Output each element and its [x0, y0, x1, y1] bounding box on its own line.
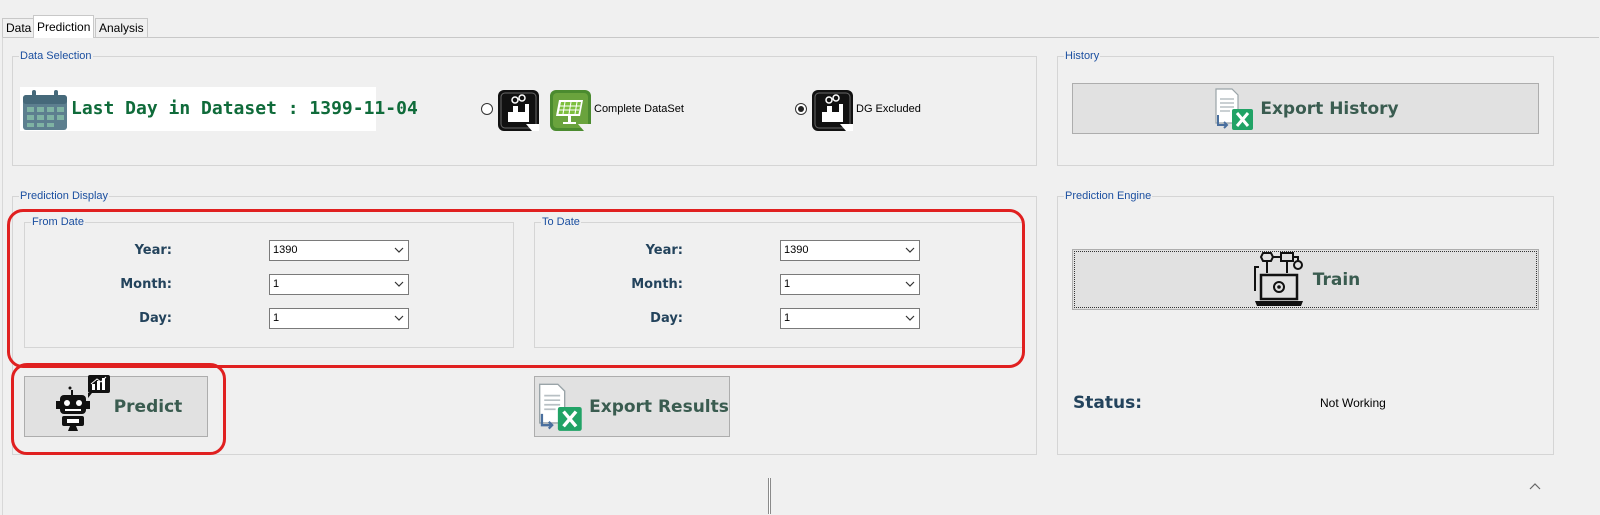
from-year-label: Year:: [134, 243, 172, 258]
chevron-down-icon: [905, 247, 915, 253]
tab-prediction[interactable]: Prediction: [33, 15, 95, 38]
dg-excluded-radio[interactable]: [795, 103, 807, 115]
predict-label: Predict: [113, 396, 183, 417]
dg-excluded-label: DG Excluded: [856, 103, 921, 115]
complete-dataset-label: Complete DataSet: [594, 103, 684, 115]
from-year-value: 1390: [273, 244, 298, 256]
to-day-label: Day:: [650, 311, 683, 326]
laptop-workflow-icon: [1253, 251, 1303, 306]
export-history-button[interactable]: Export History: [1072, 83, 1539, 134]
to-month-value: 1: [784, 278, 791, 290]
to-year-value: 1390: [784, 244, 809, 256]
from-day-label: Day:: [139, 311, 172, 326]
to-day-value: 1: [784, 312, 791, 324]
tab-data[interactable]: Data: [2, 18, 36, 37]
from-day-value: 1: [273, 312, 280, 324]
last-day-banner: Last Day in Dataset : 1399-11-04: [20, 87, 418, 131]
solar-panel-icon: [550, 90, 591, 131]
robot-chart-icon: [55, 374, 110, 431]
to-date-title: To Date: [541, 215, 581, 229]
data-selection-title: Data Selection: [19, 49, 93, 63]
from-date-title: From Date: [31, 215, 85, 229]
prediction-engine-title: Prediction Engine: [1064, 189, 1153, 203]
chevron-down-icon: [905, 315, 915, 321]
export-results-button[interactable]: Export Results: [534, 376, 730, 437]
export-results-label: Export Results: [589, 396, 729, 417]
from-month-value: 1: [273, 278, 280, 290]
prediction-display-title: Prediction Display: [19, 189, 110, 203]
from-month-select[interactable]: 1: [269, 274, 409, 295]
prediction-engine-group: Prediction Engine: [1057, 189, 1554, 455]
train-button[interactable]: Train: [1072, 249, 1539, 310]
chevron-down-icon: [905, 281, 915, 287]
tab-data-label: Data: [6, 21, 32, 35]
to-day-select[interactable]: 1: [780, 308, 920, 329]
tab-analysis-label: Analysis: [99, 21, 144, 35]
calendar-icon: [23, 90, 67, 130]
to-month-select[interactable]: 1: [780, 274, 920, 295]
export-history-label: Export History: [1260, 98, 1399, 119]
status-value: Not Working: [1320, 396, 1386, 410]
tab-prediction-label: Prediction: [37, 20, 91, 34]
from-month-label: Month:: [120, 277, 172, 292]
splitter-handle[interactable]: [768, 478, 771, 514]
to-year-select[interactable]: 1390: [780, 240, 920, 261]
excel-export-icon: [539, 383, 582, 431]
tab-analysis[interactable]: Analysis: [95, 18, 148, 37]
power-plant-icon: [812, 90, 853, 131]
from-year-select[interactable]: 1390: [269, 240, 409, 261]
complete-dataset-radio[interactable]: [481, 103, 493, 115]
excel-export-icon: [1215, 87, 1254, 130]
train-label: Train: [1312, 269, 1361, 290]
chevron-down-icon: [394, 247, 404, 253]
history-title: History: [1064, 49, 1101, 63]
to-month-label: Month:: [631, 277, 683, 292]
chevron-up-icon[interactable]: [1529, 482, 1541, 490]
last-day-label: Last Day in Dataset : 1399-11-04: [71, 98, 418, 119]
power-plant-icon: [498, 90, 539, 131]
from-day-select[interactable]: 1: [269, 308, 409, 329]
to-year-label: Year:: [645, 243, 683, 258]
status-label: Status:: [1073, 393, 1142, 413]
predict-button[interactable]: Predict: [24, 374, 208, 437]
chevron-down-icon: [394, 315, 404, 321]
chevron-down-icon: [394, 281, 404, 287]
